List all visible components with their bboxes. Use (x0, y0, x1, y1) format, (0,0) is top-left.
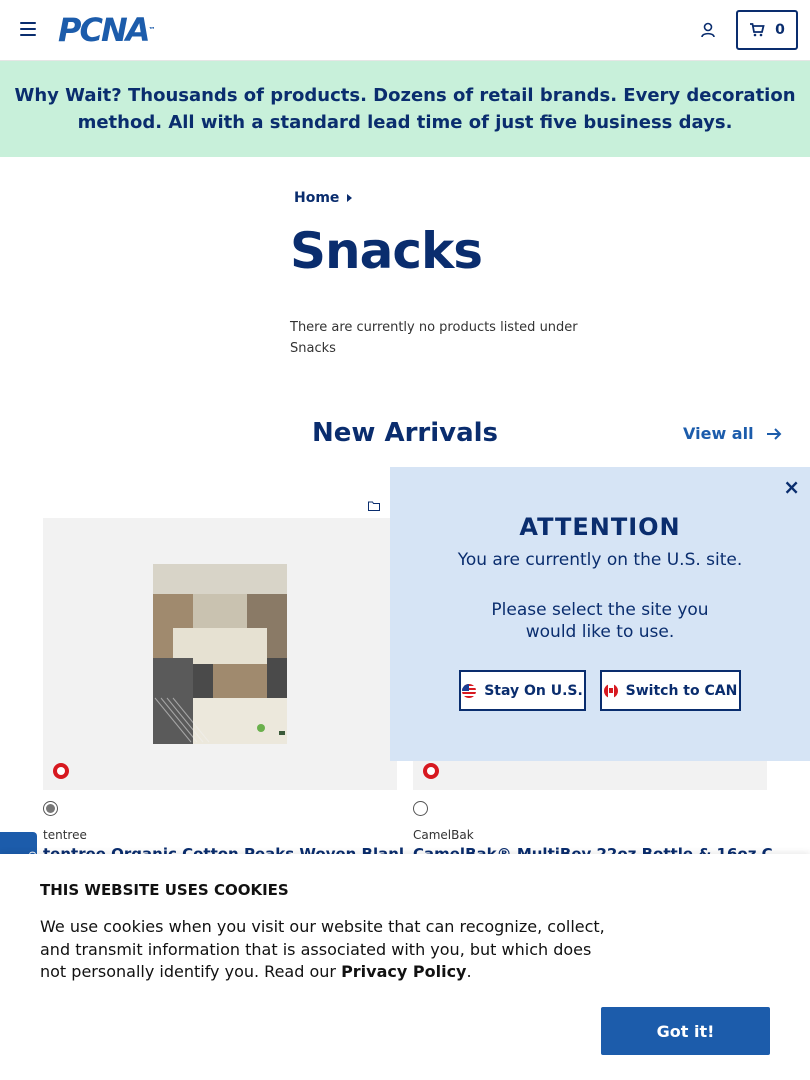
canada-flag-icon (603, 683, 618, 698)
site-selector-modal: × ATTENTION You are currently on the U.S… (390, 467, 810, 761)
stay-us-button[interactable]: Stay On U.S. (459, 670, 586, 711)
menu-icon[interactable] (20, 22, 36, 38)
breadcrumb-arrow-icon (347, 194, 353, 202)
modal-prompt-line1: Please select the site you (491, 600, 709, 620)
cart-count: 0 (775, 22, 785, 38)
breadcrumb-home[interactable]: Home (294, 190, 339, 206)
promo-banner-text: Why Wait? Thousands of products. Dozens … (14, 85, 796, 133)
cart-button[interactable]: 0 (736, 10, 798, 50)
color-swatch[interactable] (43, 801, 58, 816)
cookie-banner: THIS WEBSITE USES COOKIES We use cookies… (0, 854, 810, 1080)
modal-prompt-line2: would like to use. (525, 622, 675, 642)
site-header: PCNA™ 0 (0, 0, 810, 61)
brand-badge-icon (53, 763, 69, 779)
view-all-label: View all (683, 424, 754, 443)
blanket-image (153, 564, 287, 744)
switch-can-label: Switch to CAN (625, 682, 738, 699)
product-brand: tentree (43, 828, 87, 842)
folder-icon[interactable] (368, 501, 380, 511)
modal-message: You are currently on the U.S. site. (457, 550, 743, 570)
promo-banner: Why Wait? Thousands of products. Dozens … (0, 61, 810, 157)
cart-icon (750, 23, 765, 37)
cookie-period: . (466, 962, 472, 981)
product-image[interactable] (43, 518, 397, 790)
close-icon[interactable]: × (783, 475, 800, 499)
product-brand: CamelBak (413, 828, 474, 842)
breadcrumb: Home (294, 190, 353, 206)
arrow-right-icon (766, 427, 781, 440)
cookie-title: THIS WEBSITE USES COOKIES (40, 881, 289, 899)
pcna-logo[interactable]: PCNA™ (58, 14, 155, 46)
empty-category-message: There are currently no products listed u… (290, 320, 578, 356)
color-swatch[interactable] (413, 801, 428, 816)
page-title: Snacks (290, 222, 483, 280)
view-all-link[interactable]: View all (683, 424, 782, 443)
modal-title: ATTENTION (519, 513, 681, 541)
us-flag-icon (462, 683, 477, 698)
account-icon[interactable] (699, 21, 717, 39)
accept-cookies-button[interactable]: Got it! (601, 1007, 770, 1055)
privacy-policy-link[interactable]: Privacy Policy (341, 962, 466, 981)
switch-can-button[interactable]: Switch to CAN (600, 670, 741, 711)
brand-badge-icon (423, 763, 439, 779)
cookie-body: We use cookies when you visit our websit… (40, 917, 605, 981)
stay-us-label: Stay On U.S. (484, 682, 583, 699)
cookie-text: We use cookies when you visit our websit… (40, 916, 620, 984)
